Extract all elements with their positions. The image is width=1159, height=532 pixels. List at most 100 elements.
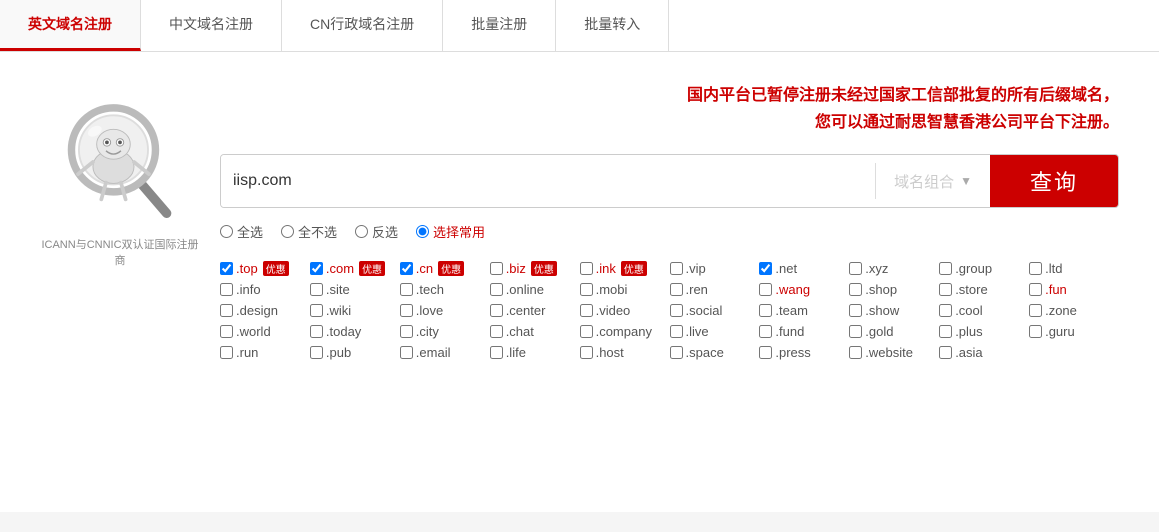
domain-item-guru[interactable]: .guru xyxy=(1029,324,1119,339)
domain-item-email[interactable]: .email xyxy=(400,345,490,360)
domain-item-xyz[interactable]: .xyz xyxy=(849,261,939,276)
main-content: ICANN与CNNIC双认证国际注册商 国内平台已暂停注册未经过国家工信部批复的… xyxy=(0,52,1159,512)
domain-name-world: .world xyxy=(236,324,271,339)
chevron-down-icon: ▼ xyxy=(960,174,972,188)
tab-batch-reg[interactable]: 批量注册 xyxy=(443,0,556,51)
domain-item-life[interactable]: .life xyxy=(490,345,580,360)
domain-name-vip: .vip xyxy=(686,261,706,276)
domain-item-wang[interactable]: .wang xyxy=(759,282,849,297)
domain-name-email: .email xyxy=(416,345,451,360)
notice-text: 国内平台已暂停注册未经过国家工信部批复的所有后缀域名， 您可以通过耐思智慧香港公… xyxy=(220,82,1119,136)
domain-item-website[interactable]: .website xyxy=(849,345,939,360)
domain-name-space: .space xyxy=(686,345,724,360)
domain-badge-com: 优惠 xyxy=(359,261,385,276)
domain-name-today: .today xyxy=(326,324,361,339)
domain-item-group[interactable]: .group xyxy=(939,261,1029,276)
domain-item-company[interactable]: .company xyxy=(580,324,670,339)
domain-item-plus[interactable]: .plus xyxy=(939,324,1029,339)
domain-name-live: .live xyxy=(686,324,709,339)
domain-item-social[interactable]: .social xyxy=(670,303,760,318)
domain-name-asia: .asia xyxy=(955,345,982,360)
search-right: 国内平台已暂停注册未经过国家工信部批复的所有后缀域名， 您可以通过耐思智慧香港公… xyxy=(220,82,1119,360)
tab-en-domain[interactable]: 英文域名注册 xyxy=(0,0,141,51)
domain-badge-biz: 优惠 xyxy=(531,261,557,276)
domain-name-center: .center xyxy=(506,303,546,318)
domain-name-life: .life xyxy=(506,345,526,360)
domain-item-biz[interactable]: .biz 优惠 xyxy=(490,261,580,276)
domain-item-cn[interactable]: .cn优惠 xyxy=(400,261,490,276)
domain-item-ren[interactable]: .ren xyxy=(670,282,760,297)
radio-common[interactable]: 选择常用 xyxy=(416,222,485,241)
tab-bar: 英文域名注册 中文域名注册 CN行政域名注册 批量注册 批量转入 xyxy=(0,0,1159,52)
domain-name-top: .top xyxy=(236,261,258,276)
domain-name-site: .site xyxy=(326,282,350,297)
domain-item-asia[interactable]: .asia xyxy=(939,345,1029,360)
domain-item-top[interactable]: .top优惠 xyxy=(220,261,310,276)
domain-item-zone[interactable]: .zone xyxy=(1029,303,1119,318)
domain-item-design[interactable]: .design xyxy=(220,303,310,318)
notice-line1: 国内平台已暂停注册未经过国家工信部批复的所有后缀域名， xyxy=(687,87,1119,104)
domain-item-store[interactable]: .store xyxy=(939,282,1029,297)
domain-item-press[interactable]: .press xyxy=(759,345,849,360)
domain-item-mobi[interactable]: .mobi xyxy=(580,282,670,297)
domain-name-gold: .gold xyxy=(865,324,893,339)
domain-item-run[interactable]: .run xyxy=(220,345,310,360)
search-input[interactable] xyxy=(221,155,875,207)
domain-item-pub[interactable]: .pub xyxy=(310,345,400,360)
domain-name-store: .store xyxy=(955,282,988,297)
domain-item-today[interactable]: .today xyxy=(310,324,400,339)
domain-item-site[interactable]: .site xyxy=(310,282,400,297)
domain-item-net[interactable]: .net xyxy=(759,261,849,276)
radio-none[interactable]: 全不选 xyxy=(281,222,337,241)
domain-item-online[interactable]: .online xyxy=(490,282,580,297)
domain-name-fund: .fund xyxy=(775,324,804,339)
radio-group: 全选 全不选 反选 选择常用 xyxy=(220,222,1119,241)
tab-cn-domain[interactable]: 中文域名注册 xyxy=(141,0,282,51)
domain-item-vip[interactable]: .vip xyxy=(670,261,760,276)
tab-batch-transfer[interactable]: 批量转入 xyxy=(556,0,669,51)
domain-item-chat[interactable]: .chat xyxy=(490,324,580,339)
tab-cn-admin[interactable]: CN行政域名注册 xyxy=(282,0,443,51)
domain-name-zone: .zone xyxy=(1045,303,1077,318)
domain-item-ink[interactable]: .ink优惠 xyxy=(580,261,670,276)
domain-item-world[interactable]: .world xyxy=(220,324,310,339)
domain-item-host[interactable]: .host xyxy=(580,345,670,360)
domain-item-tech[interactable]: .tech xyxy=(400,282,490,297)
domain-item-love[interactable]: .love xyxy=(400,303,490,318)
domain-item-wiki[interactable]: .wiki xyxy=(310,303,400,318)
domain-name-net: .net xyxy=(775,261,797,276)
domain-item-fund[interactable]: .fund xyxy=(759,324,849,339)
domain-combo-btn[interactable]: 域名组合 ▼ xyxy=(876,155,990,207)
search-button[interactable]: 查询 xyxy=(990,155,1118,207)
domain-item-team[interactable]: .team xyxy=(759,303,849,318)
domain-name-show: .show xyxy=(865,303,899,318)
domain-name-guru: .guru xyxy=(1045,324,1075,339)
domain-name-mobi: .mobi xyxy=(596,282,628,297)
domain-item-com[interactable]: .com 优惠 xyxy=(310,261,400,276)
domain-name-run: .run xyxy=(236,345,258,360)
domain-item-fun[interactable]: .fun xyxy=(1029,282,1119,297)
domain-item-live[interactable]: .live xyxy=(670,324,760,339)
domain-list: .top优惠 .com 优惠 .cn优惠 .biz 优惠 .ink优惠 .vip .net .xy… xyxy=(220,261,1119,360)
domain-item-center[interactable]: .center xyxy=(490,303,580,318)
domain-name-xyz: .xyz xyxy=(865,261,888,276)
domain-item-space[interactable]: .space xyxy=(670,345,760,360)
domain-name-group: .group xyxy=(955,261,992,276)
robot-icon xyxy=(55,92,185,232)
domain-name-com: .com xyxy=(326,261,354,276)
domain-item-city[interactable]: .city xyxy=(400,324,490,339)
domain-name-online: .online xyxy=(506,282,544,297)
robot-area: ICANN与CNNIC双认证国际注册商 xyxy=(40,92,200,268)
radio-all[interactable]: 全选 xyxy=(220,222,263,241)
domain-item-info[interactable]: .info xyxy=(220,282,310,297)
domain-combo-label: 域名组合 xyxy=(894,171,954,192)
domain-item-show[interactable]: .show xyxy=(849,303,939,318)
domain-item-cool[interactable]: .cool xyxy=(939,303,1029,318)
domain-name-biz: .biz xyxy=(506,261,526,276)
domain-item-gold[interactable]: .gold xyxy=(849,324,939,339)
domain-item-video[interactable]: .video xyxy=(580,303,670,318)
domain-name-city: .city xyxy=(416,324,439,339)
radio-invert[interactable]: 反选 xyxy=(355,222,398,241)
domain-item-ltd[interactable]: .ltd xyxy=(1029,261,1119,276)
domain-item-shop[interactable]: .shop xyxy=(849,282,939,297)
